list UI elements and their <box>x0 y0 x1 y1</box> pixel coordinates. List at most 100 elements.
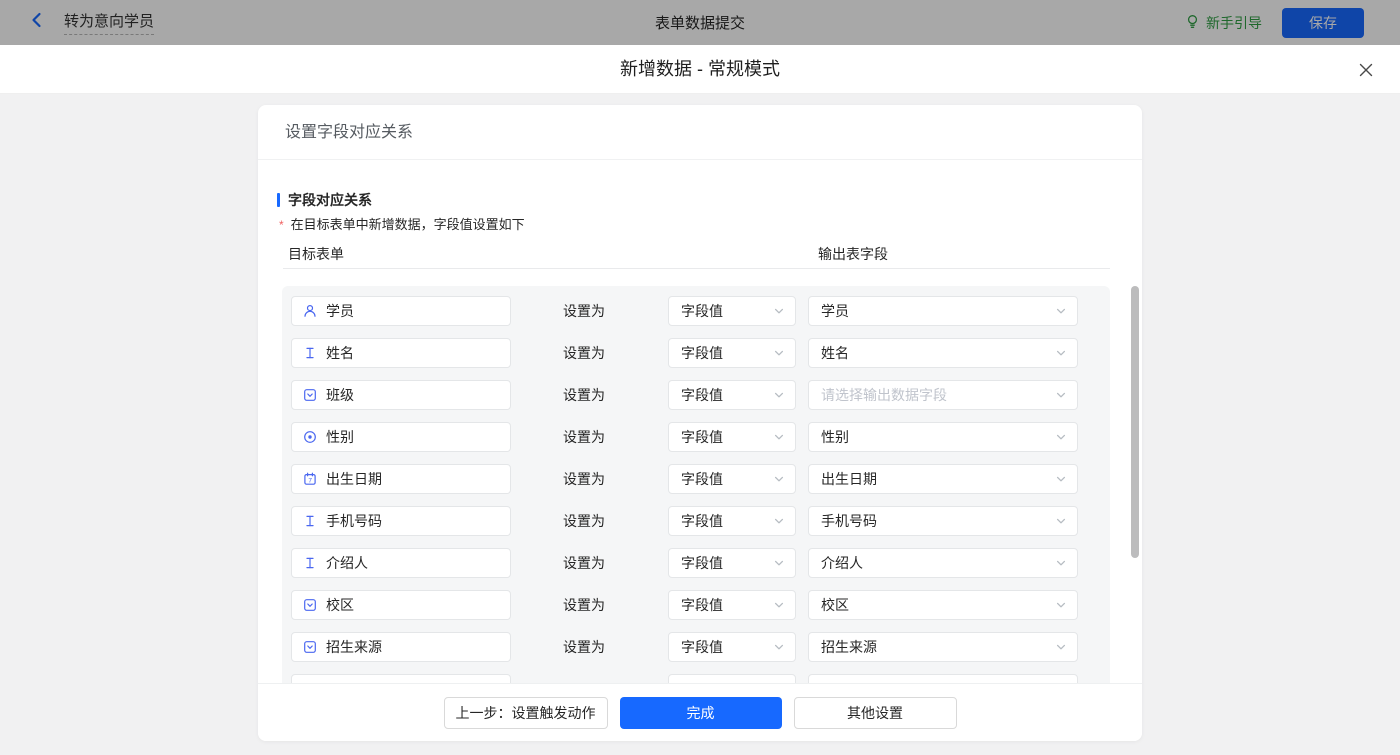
chevron-down-icon <box>1055 473 1067 485</box>
output-field-select[interactable]: 学员 <box>808 296 1078 326</box>
add-data-modal: 新增数据 - 常规模式 设置字段对应关系 字段对应关系 * 在目标表单中新增数据，… <box>0 45 1400 755</box>
save-button[interactable]: 保存 <box>1282 7 1364 38</box>
chevron-down-icon <box>1055 515 1067 527</box>
field-mapping-panel: 学员 设置为 字段值 学员 姓名 设置为 字段值 姓名 班级 设置为 字段值 请选择输出数据字段 性别设… <box>282 286 1110 683</box>
output-field-select[interactable]: 姓名 <box>808 338 1078 368</box>
target-field-label: 介绍人 <box>326 555 368 571</box>
target-field-label: 出生日期 <box>326 471 382 487</box>
chevron-down-icon <box>1055 641 1067 653</box>
target-field-label: 性别 <box>326 429 354 445</box>
set-as-label: 设置为 <box>563 429 605 445</box>
card-title: 设置字段对应关系 <box>258 105 1142 160</box>
field-value-select-value: 字段值 <box>681 513 723 529</box>
mapping-row: 7 出生日期 设置为 字段值 出生日期 <box>291 464 1110 494</box>
output-field-select-value: 姓名 <box>821 345 849 361</box>
field-value-select[interactable]: 字段值 <box>668 632 796 662</box>
target-field-box <box>291 674 511 683</box>
mapping-row: 班级 设置为 字段值 请选择输出数据字段 <box>291 380 1110 410</box>
set-as-label: 设置为 <box>563 387 605 403</box>
scrollbar-thumb[interactable] <box>1131 286 1139 558</box>
card-footer: 上一步：设置触发动作 完成 其他设置 <box>258 683 1142 741</box>
field-value-select-value: 字段值 <box>681 555 723 571</box>
set-as-label: 设置为 <box>563 513 605 529</box>
field-value-select[interactable]: 字段值 <box>668 380 796 410</box>
set-as-label: 设置为 <box>563 471 605 487</box>
chevron-down-icon <box>773 599 785 611</box>
target-field-label: 姓名 <box>326 345 354 361</box>
output-field-select[interactable]: 校区 <box>808 590 1078 620</box>
field-value-select-value: 字段值 <box>681 471 723 487</box>
chevron-down-icon <box>1055 599 1067 611</box>
target-field-box: 班级 <box>291 380 511 410</box>
select-field-icon <box>303 598 317 612</box>
output-field-select-value: 请选择输出数据字段 <box>821 387 947 403</box>
output-field-select[interactable]: 手机号码 <box>808 506 1078 536</box>
output-field-select-value: 校区 <box>821 597 849 613</box>
previous-step-button[interactable]: 上一步：设置触发动作 <box>443 696 608 729</box>
chevron-down-icon <box>1055 347 1067 359</box>
field-value-select-value: 字段值 <box>681 303 723 319</box>
field-mapping-card: 设置字段对应关系 字段对应关系 * 在目标表单中新增数据，字段值设置如下 目标表单… <box>258 105 1142 741</box>
output-field-select[interactable]: 介绍人 <box>808 548 1078 578</box>
flow-name[interactable]: 转为意向学员 <box>64 10 155 35</box>
field-value-select[interactable]: 字段值 <box>668 590 796 620</box>
set-as-label: 设置为 <box>563 555 605 571</box>
select-field-icon <box>303 388 317 402</box>
chevron-down-icon <box>773 431 785 443</box>
target-field-label: 班级 <box>326 387 354 403</box>
member-field-icon <box>303 304 317 318</box>
chevron-down-icon <box>773 347 785 359</box>
field-value-select[interactable]: 字段值 <box>668 338 796 368</box>
target-field-label: 校区 <box>326 597 354 613</box>
output-field-select[interactable]: 招生来源 <box>808 632 1078 662</box>
mapping-row: 介绍人 设置为 字段值 介绍人 <box>291 548 1110 578</box>
beginner-guide-link[interactable]: 新手引导 <box>1185 13 1262 33</box>
target-field-label: 招生来源 <box>326 639 382 655</box>
output-field-select[interactable]: 出生日期 <box>808 464 1078 494</box>
chevron-down-icon <box>773 389 785 401</box>
field-value-select[interactable]: 字段值 <box>668 506 796 536</box>
set-as-label: 设置为 <box>563 597 605 613</box>
field-value-select[interactable]: 字段值 <box>668 422 796 452</box>
other-settings-button[interactable]: 其他设置 <box>793 696 957 729</box>
chevron-down-icon <box>773 557 785 569</box>
target-field-box: 手机号码 <box>291 506 511 536</box>
column-header-target-form: 目标表单 <box>288 246 344 262</box>
back-button[interactable] <box>28 11 46 34</box>
section-note: * 在目标表单中新增数据，字段值设置如下 <box>279 217 525 232</box>
header-divider <box>283 268 1110 269</box>
chevron-down-icon <box>1055 389 1067 401</box>
output-field-select[interactable] <box>808 674 1078 683</box>
field-value-select-value: 字段值 <box>681 639 723 655</box>
mapping-row: 校区 设置为 字段值 校区 <box>291 590 1110 620</box>
select-field-icon <box>303 640 317 654</box>
output-field-select[interactable]: 请选择输出数据字段 <box>808 380 1078 410</box>
modal-header: 新增数据 - 常规模式 <box>0 45 1400 94</box>
set-as-label: 设置为 <box>563 303 605 319</box>
bulb-icon <box>1185 14 1200 32</box>
target-field-box: 姓名 <box>291 338 511 368</box>
field-value-select[interactable] <box>668 674 796 683</box>
output-field-select[interactable]: 性别 <box>808 422 1078 452</box>
chevron-down-icon <box>773 515 785 527</box>
target-field-box: 性别 <box>291 422 511 452</box>
close-icon[interactable] <box>1358 62 1374 78</box>
section-title: 字段对应关系 <box>277 190 372 210</box>
target-field-box: 7 出生日期 <box>291 464 511 494</box>
field-value-select-value: 字段值 <box>681 429 723 445</box>
chevron-down-icon <box>1055 431 1067 443</box>
set-as-label: 设置为 <box>563 639 605 655</box>
beginner-guide-label: 新手引导 <box>1206 14 1262 31</box>
field-value-select[interactable]: 字段值 <box>668 548 796 578</box>
chevron-down-icon <box>773 305 785 317</box>
output-field-select-value: 出生日期 <box>821 471 877 487</box>
field-value-select-value: 字段值 <box>681 345 723 361</box>
page-title: 表单数据提交 <box>654 15 746 32</box>
date-field-icon: 7 <box>303 472 317 486</box>
required-mark: * <box>279 218 284 232</box>
field-value-select[interactable]: 字段值 <box>668 296 796 326</box>
field-value-select[interactable]: 字段值 <box>668 464 796 494</box>
output-field-select-value: 招生来源 <box>821 639 877 655</box>
target-field-box: 校区 <box>291 590 511 620</box>
done-button[interactable]: 完成 <box>619 696 782 729</box>
